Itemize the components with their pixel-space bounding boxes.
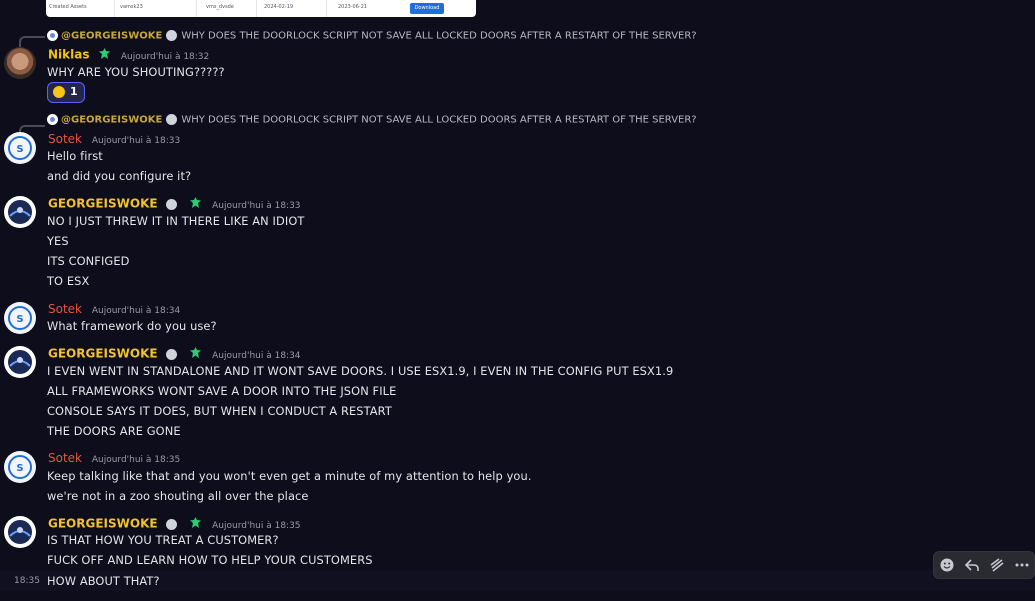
guild-badge-icon — [189, 196, 202, 212]
reaction-button[interactable]: 1 — [47, 82, 85, 103]
image-text: 2023-06-21 — [338, 4, 368, 10]
timestamp: Aujourd'hui à 18:34 — [212, 350, 301, 361]
reply-text: WHY DOES THE DOORLOCK SCRIPT NOT SAVE AL… — [181, 30, 697, 42]
message-text: NO I JUST THREW IT IN THERE LIKE AN IDIO… — [47, 214, 305, 228]
message-text: HOW ABOUT THAT? — [47, 574, 160, 588]
message-text: and did you configure it? — [47, 169, 192, 183]
more-options-icon[interactable] — [1009, 552, 1034, 578]
reply-avatar-icon — [47, 30, 58, 41]
image-text: 2024-02-19 — [264, 4, 294, 10]
avatar[interactable] — [4, 47, 36, 79]
emoji-icon — [166, 114, 178, 125]
message-text: we're not in a zoo shouting all over the… — [47, 489, 309, 503]
reply-reference[interactable]: @GEORGEISWOKE WHY DOES THE DOORLOCK SCRIP… — [47, 114, 697, 126]
create-thread-icon[interactable] — [984, 552, 1009, 578]
image-text: vms_dvsde — [206, 4, 234, 10]
timestamp: Aujourd'hui à 18:33 — [91, 136, 181, 146]
timestamp: Aujourd'hui à 18:35 — [212, 520, 301, 531]
status-emoji-icon — [165, 198, 177, 210]
message-text: IS THAT HOW YOU TREAT A CUSTOMER? — [47, 533, 279, 547]
avatar[interactable] — [4, 346, 36, 378]
reply-reference[interactable]: @GEORGEISWOKE WHY DOES THE DOORLOCK SCRIP… — [47, 30, 697, 42]
svg-text:S: S — [16, 144, 23, 155]
guild-badge-icon — [189, 346, 202, 362]
attached-image[interactable]: Created Assets vamsk23 vms_dvsde 2024-02… — [46, 0, 476, 17]
status-emoji-icon — [165, 348, 177, 360]
message-text: ITS CONFIGED — [47, 254, 130, 268]
status-emoji-icon — [165, 518, 177, 530]
username[interactable]: Sotek — [48, 451, 82, 465]
message-text: ALL FRAMEWORKS WONT SAVE A DOOR INTO THE… — [47, 384, 397, 398]
username[interactable]: GEORGEISWOKE — [48, 347, 158, 361]
reply-mention: @GEORGEISWOKE — [61, 114, 163, 126]
message-text: YES — [47, 234, 69, 248]
message-text: WHY ARE YOU SHOUTING????? — [47, 65, 225, 79]
svg-text:S: S — [16, 463, 23, 474]
message-header: GEORGEISWOKE Aujourd'hui à 18:33 — [48, 196, 301, 212]
guild-badge-icon — [98, 47, 111, 63]
add-reaction-icon[interactable] — [934, 552, 959, 578]
message-header: Sotek Aujourd'hui à 18:34 — [48, 302, 180, 316]
message-header: GEORGEISWOKE Aujourd'hui à 18:35 — [48, 516, 301, 532]
message-header: Sotek Aujourd'hui à 18:33 — [48, 132, 180, 146]
message-header: Sotek Aujourd'hui à 18:35 — [48, 451, 180, 465]
username[interactable]: Niklas — [48, 48, 90, 62]
message-text: CONSOLE SAYS IT DOES, BUT WHEN I CONDUCT… — [47, 404, 392, 418]
message-text: Hello first — [47, 149, 103, 163]
svg-text:S: S — [16, 314, 23, 325]
message-header: GEORGEISWOKE Aujourd'hui à 18:34 — [48, 346, 301, 362]
message-text: FUCK OFF AND LEARN HOW TO HELP YOUR CUST… — [47, 553, 373, 567]
image-text: Created Assets — [49, 4, 87, 10]
message-text: What framework do you use? — [47, 319, 217, 333]
reaction-count: 1 — [70, 85, 78, 98]
avatar[interactable] — [4, 516, 36, 548]
message-text: THE DOORS ARE GONE — [47, 424, 181, 438]
avatar[interactable] — [4, 196, 36, 228]
username[interactable]: GEORGEISWOKE — [48, 517, 158, 531]
reply-icon[interactable] — [959, 552, 984, 578]
avatar[interactable]: S — [4, 302, 36, 334]
guild-badge-icon — [189, 516, 202, 532]
reply-mention: @GEORGEISWOKE — [61, 30, 163, 42]
timestamp: Aujourd'hui à 18:34 — [91, 306, 181, 316]
emoji-icon — [166, 30, 178, 41]
avatar[interactable]: S — [4, 451, 36, 483]
hover-timestamp: 18:35 — [14, 576, 40, 586]
message-text: TO ESX — [47, 274, 90, 288]
message-text: I EVEN WENT IN STANDALONE AND IT WONT SA… — [47, 364, 674, 378]
username[interactable]: Sotek — [48, 132, 82, 146]
reply-connector — [19, 36, 45, 48]
download-button: Download — [410, 3, 444, 14]
avatar[interactable]: S — [4, 132, 36, 164]
reply-text: WHY DOES THE DOORLOCK SCRIPT NOT SAVE AL… — [181, 114, 697, 126]
username[interactable]: Sotek — [48, 302, 82, 316]
message-header: Niklas Aujourd'hui à 18:32 — [48, 47, 209, 63]
message-actions-toolbar — [933, 551, 1035, 579]
message-text: Keep talking like that and you won't eve… — [47, 469, 532, 483]
rofl-emoji-icon — [53, 86, 65, 98]
timestamp: Aujourd'hui à 18:32 — [120, 51, 210, 62]
image-text: vamsk23 — [120, 4, 143, 10]
timestamp: Aujourd'hui à 18:35 — [91, 455, 181, 465]
reply-avatar-icon — [47, 114, 58, 125]
username[interactable]: GEORGEISWOKE — [48, 197, 158, 211]
timestamp: Aujourd'hui à 18:33 — [212, 200, 301, 211]
